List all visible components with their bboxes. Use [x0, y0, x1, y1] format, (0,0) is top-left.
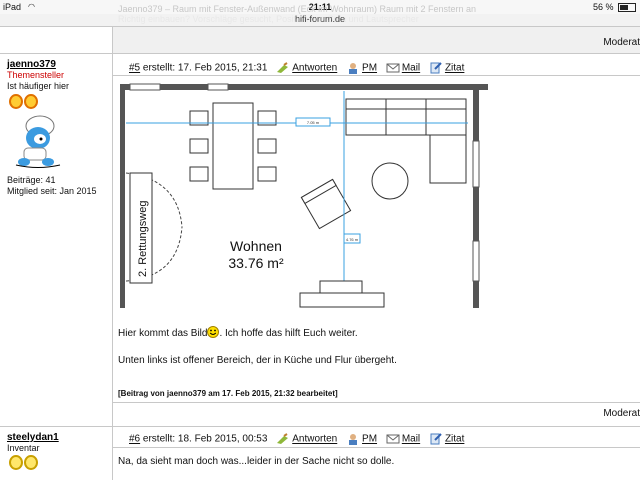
- rank-ring-icon: [9, 455, 23, 470]
- edit-note: [Beitrag von jaenno379 am 17. Feb 2015, …: [118, 389, 338, 398]
- moderate-link-2[interactable]: Moderat: [603, 408, 640, 419]
- post-count: Beiträge: 41: [7, 175, 56, 185]
- mail-link[interactable]: Mail: [402, 63, 420, 74]
- post-author[interactable]: jaenno379: [7, 59, 56, 70]
- post-header-divider: [113, 75, 640, 76]
- pm-link-2[interactable]: PM: [362, 434, 377, 445]
- post-header-2: #6 erstellt: 18. Feb 2015, 00:53 Antwort…: [129, 433, 464, 445]
- smurf-avatar-icon: [15, 115, 61, 168]
- rank-badges-2: [9, 455, 39, 473]
- reply-link[interactable]: Antworten: [292, 63, 337, 74]
- post-permalink[interactable]: #5: [129, 63, 140, 74]
- quote-icon: [430, 62, 442, 74]
- post-text-before-smiley: Hier kommt das Bild: [118, 328, 208, 339]
- pm-icon: [349, 63, 358, 74]
- floorplan-image: 2. Rettungsweg 7.05 m 4.76 m Wohnen 33.7…: [118, 81, 490, 310]
- quote-link-2[interactable]: Zitat: [445, 434, 464, 445]
- column-divider: [112, 26, 113, 480]
- battery-status: 56 %: [592, 2, 636, 13]
- post-divider: [0, 426, 640, 427]
- escape-route-label: 2. Rettungsweg: [137, 201, 149, 277]
- room-area: 33.76 m²: [228, 255, 284, 271]
- author-rank-2: Inventar: [7, 443, 40, 453]
- background-ghost-text: Jaenno379 – Raum mit Fenster-Außenwand (…: [118, 4, 476, 14]
- smiley-icon: [207, 326, 220, 338]
- moderate-link[interactable]: Moderat: [603, 37, 640, 48]
- rank-badges: [9, 94, 39, 112]
- post-permalink-2[interactable]: #6: [129, 434, 140, 445]
- quote-icon: [430, 433, 442, 445]
- post-header-divider-2: [113, 447, 640, 448]
- row-divider: [0, 26, 640, 27]
- room-name: Wohnen: [230, 238, 282, 254]
- battery-percent: 56 %: [592, 2, 614, 12]
- post-text-line-2: Unten links ist offener Bereich, der in …: [118, 355, 397, 366]
- reply-link-2[interactable]: Antworten: [292, 434, 337, 445]
- rank-ring-icon: [24, 94, 38, 109]
- post-date: erstellt: 17. Feb 2015, 21:31: [142, 62, 268, 74]
- post-footer-divider: [113, 402, 640, 403]
- author-role: Themensteller: [7, 70, 65, 80]
- avatar: [14, 112, 62, 173]
- dimension-horizontal: 7.05 m: [307, 120, 320, 125]
- quote-link[interactable]: Zitat: [445, 63, 464, 74]
- background-ghost-text-2: Richtig einbauen? Vorschläge gesucht, Po…: [118, 14, 419, 24]
- rank-ring-icon: [24, 455, 38, 470]
- reply-icon: [277, 62, 289, 73]
- post-text-6: Na, da sieht man doch was...leider in de…: [118, 456, 395, 467]
- battery-fill: [620, 5, 628, 11]
- dimension-vertical: 4.76 m: [346, 237, 359, 242]
- pm-icon: [349, 434, 358, 445]
- mail-link-2[interactable]: Mail: [402, 434, 420, 445]
- author-rank: Ist häufiger hier: [7, 81, 70, 91]
- mail-icon: [386, 63, 400, 73]
- rank-ring-icon: [9, 94, 23, 109]
- mail-icon: [386, 434, 400, 444]
- reply-icon: [277, 433, 289, 444]
- moderate-row: [113, 26, 640, 53]
- post-text-after-smiley: . Ich hoffe das hilft Euch weiter.: [219, 328, 358, 339]
- member-since: Mitglied seit: Jan 2015: [7, 186, 97, 196]
- pm-link[interactable]: PM: [362, 63, 377, 74]
- row-divider: [0, 53, 640, 54]
- battery-icon: [618, 3, 636, 13]
- post-author-2[interactable]: steelydan1: [7, 432, 59, 443]
- floorplan-drawing: 2. Rettungsweg 7.05 m 4.76 m Wohnen 33.7…: [118, 81, 490, 310]
- post-header: #5 erstellt: 17. Feb 2015, 21:31 Antwort…: [129, 62, 464, 74]
- post-text-line-1: Hier kommt das Bild . Ich hoffe das hilft…: [118, 326, 358, 339]
- post-date-2: erstellt: 18. Feb 2015, 00:53: [142, 433, 268, 445]
